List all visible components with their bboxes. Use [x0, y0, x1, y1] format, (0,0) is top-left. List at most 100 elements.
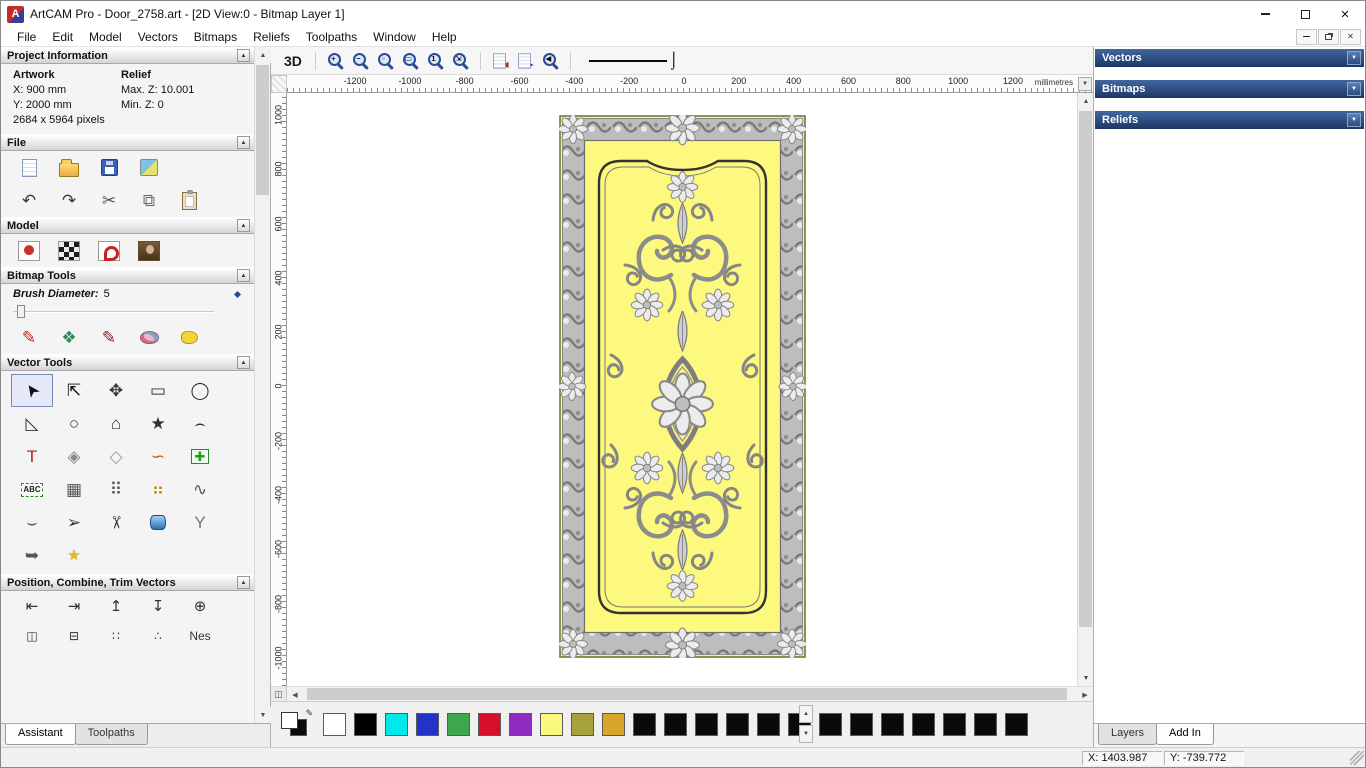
create-freehand-icon[interactable]: ◺: [11, 407, 53, 440]
next-layer-icon[interactable]: ▶: [514, 50, 537, 72]
flood-fill-icon[interactable]: [175, 325, 203, 351]
open-model-icon[interactable]: [55, 155, 83, 181]
view-split-button[interactable]: ◫: [271, 687, 287, 702]
align-top-icon[interactable]: ↥: [95, 593, 137, 620]
collapse-section-button[interactable]: ▲: [237, 576, 250, 589]
import-model-icon[interactable]: [135, 155, 163, 181]
zoom-in-icon[interactable]: +: [324, 50, 347, 72]
create-rectangle-icon[interactable]: ▭: [137, 374, 179, 407]
paste-vector-icon[interactable]: ✚: [179, 440, 221, 473]
colour-swatch[interactable]: [943, 713, 966, 736]
combine-vectors-icon[interactable]: ◫: [11, 622, 53, 649]
create-arc-icon[interactable]: ⌢: [179, 407, 221, 440]
view-3d-button[interactable]: 3D: [279, 52, 307, 70]
collapse-section-button[interactable]: ▲: [237, 136, 250, 149]
align-bottom-icon[interactable]: ↧: [137, 593, 179, 620]
panel-dropdown-button[interactable]: ▼: [1347, 82, 1361, 96]
previous-view-icon[interactable]: ◀: [539, 50, 562, 72]
colour-swatch[interactable]: [850, 713, 873, 736]
menu-edit[interactable]: Edit: [44, 28, 81, 46]
fit-arcs-icon[interactable]: ∿: [179, 473, 221, 506]
reliefs-panel-header[interactable]: Reliefs ▼: [1095, 111, 1364, 129]
new-model-icon[interactable]: [15, 155, 43, 181]
tab-toolpaths[interactable]: Toolpaths: [74, 724, 148, 745]
menu-help[interactable]: Help: [424, 28, 465, 46]
mdi-close-button[interactable]: ✕: [1340, 28, 1361, 45]
scroll-down-button[interactable]: ▼: [1078, 670, 1094, 686]
node-editing-icon[interactable]: ⇱: [53, 374, 95, 407]
vectors-panel-header[interactable]: Vectors ▼: [1095, 49, 1364, 67]
draw-icon[interactable]: ✎: [95, 325, 123, 351]
colour-swatch[interactable]: [602, 713, 625, 736]
mdi-minimize-button[interactable]: [1296, 28, 1317, 45]
panel-dropdown-button[interactable]: ▼: [1347, 51, 1361, 65]
close-button[interactable]: ✕: [1325, 1, 1365, 27]
colour-palette-icon[interactable]: [135, 325, 163, 351]
paste-icon[interactable]: [175, 188, 203, 214]
mirror-vectors-icon[interactable]: ➥: [11, 539, 53, 572]
redo-icon[interactable]: ↷: [55, 188, 83, 214]
create-circle-icon[interactable]: ○: [53, 407, 95, 440]
scrollbar-thumb[interactable]: [256, 65, 269, 195]
menu-toolpaths[interactable]: Toolpaths: [298, 28, 365, 46]
zoom-box-icon[interactable]: ▭: [399, 50, 422, 72]
cut-icon[interactable]: ✂: [95, 188, 123, 214]
primary-secondary-colours[interactable]: ✎: [281, 708, 315, 740]
ruler-unit-dropdown[interactable]: ▼: [1078, 77, 1092, 91]
wrap-star-icon[interactable]: ★: [53, 539, 95, 572]
bitmaps-panel-header[interactable]: Bitmaps ▼: [1095, 80, 1364, 98]
canvas-horizontal-scrollbar[interactable]: ◀ ▶: [287, 687, 1093, 702]
zoom-fit-icon[interactable]: ⇲: [449, 50, 472, 72]
tab-add-in[interactable]: Add In: [1156, 724, 1214, 745]
trim-vectors-icon[interactable]: ✂: [95, 506, 137, 539]
colour-swatch[interactable]: [974, 713, 997, 736]
slider-thumb[interactable]: [17, 305, 25, 318]
colour-swatch[interactable]: [695, 713, 718, 736]
align-centre-icon[interactable]: ⊕: [179, 593, 221, 620]
text-block-icon[interactable]: ABC: [11, 473, 53, 506]
collapse-section-button[interactable]: ▲: [237, 49, 250, 62]
text-on-curve-icon[interactable]: ∽: [137, 440, 179, 473]
paint-icon[interactable]: ✎: [15, 325, 43, 351]
panel-dropdown-button[interactable]: ▼: [1347, 113, 1361, 127]
assistant-scrollbar[interactable]: ▲ ▼: [254, 47, 271, 723]
sculpt-relief-icon[interactable]: [95, 238, 123, 264]
measure-icon[interactable]: ◇: [95, 440, 137, 473]
join-vectors-icon[interactable]: ➢: [53, 506, 95, 539]
colour-swatch[interactable]: [509, 713, 532, 736]
colour-swatch[interactable]: [1005, 713, 1028, 736]
colour-swatch[interactable]: [881, 713, 904, 736]
nesting-icon[interactable]: Nes: [179, 622, 221, 649]
colour-swatch[interactable]: [385, 713, 408, 736]
menu-file[interactable]: File: [9, 28, 44, 46]
colour-swatch[interactable]: [323, 713, 346, 736]
collapse-section-button[interactable]: ▲: [237, 269, 250, 282]
menu-window[interactable]: Window: [365, 28, 424, 46]
menu-bitmaps[interactable]: Bitmaps: [186, 28, 245, 46]
wrap-text-icon[interactable]: ◈: [53, 440, 95, 473]
menu-model[interactable]: Model: [81, 28, 130, 46]
colour-swatch[interactable]: [757, 713, 780, 736]
transform-vectors-icon[interactable]: ✥: [95, 374, 137, 407]
colour-swatch[interactable]: [912, 713, 935, 736]
interpolate-icon[interactable]: [137, 506, 179, 539]
create-polygon-icon[interactable]: ⌂: [95, 407, 137, 440]
scatter-copies-icon[interactable]: ∷: [95, 622, 137, 649]
collapse-section-button[interactable]: ▲: [237, 356, 250, 369]
scroll-up-button[interactable]: ▲: [255, 47, 271, 63]
snap-grid-icon[interactable]: ▦: [53, 473, 95, 506]
paste-along-curve-icon[interactable]: ⠶: [137, 473, 179, 506]
tab-assistant[interactable]: Assistant: [5, 724, 76, 745]
ruler-origin-button[interactable]: [271, 75, 287, 93]
colour-swatch[interactable]: [416, 713, 439, 736]
zoom-object-icon[interactable]: ▫: [374, 50, 397, 72]
colour-swatch[interactable]: [540, 713, 563, 736]
subtract-vectors-icon[interactable]: ⊟: [53, 622, 95, 649]
greyscale-view-icon[interactable]: [55, 238, 83, 264]
minimize-button[interactable]: [1245, 1, 1285, 27]
canvas-vertical-scrollbar[interactable]: ▲ ▼: [1077, 93, 1094, 686]
colour-swatch[interactable]: [819, 713, 842, 736]
previous-layer-icon[interactable]: ◀: [489, 50, 512, 72]
zoom-1to1-icon[interactable]: 1: [424, 50, 447, 72]
colour-swatch[interactable]: [478, 713, 501, 736]
